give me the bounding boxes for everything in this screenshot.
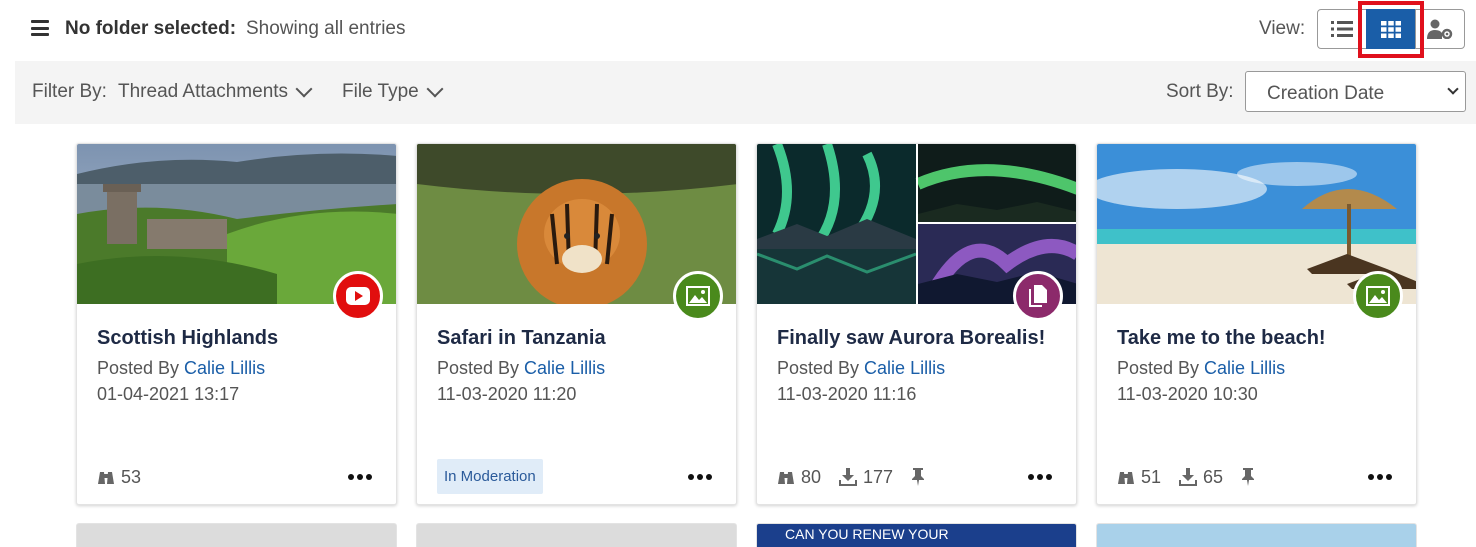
card-posted-by: Posted By Calie Lillis <box>1117 358 1285 379</box>
entry-card[interactable]: Take me to the beach! Posted By Calie Li… <box>1096 143 1417 505</box>
grid-view-highlight <box>1358 1 1424 58</box>
author-link[interactable]: Calie Lillis <box>184 358 265 378</box>
pin-stat[interactable] <box>911 468 931 486</box>
card-date: 01-04-2021 13:17 <box>97 384 240 404</box>
views-stat: 53 <box>97 467 141 488</box>
top-bar: No folder selected: Showing all entries … <box>0 0 1476 60</box>
folder-label: No folder selected: <box>65 18 237 39</box>
card-title[interactable]: Scottish Highlands <box>97 327 278 350</box>
views-count: 80 <box>801 466 822 487</box>
filter-thread-attachments-label: Thread Attachments <box>118 81 289 102</box>
chevron-down-icon <box>295 80 313 98</box>
pin-icon <box>912 468 925 486</box>
downloads-count: 65 <box>1203 466 1224 487</box>
binoculars-icon <box>778 472 794 484</box>
entry-card-partial[interactable] <box>76 523 397 547</box>
sort-select[interactable]: Creation Date <box>1245 71 1466 112</box>
more-options-button[interactable] <box>348 474 372 480</box>
filter-thread-attachments[interactable]: Thread Attachments <box>118 80 313 103</box>
binoculars-icon <box>1118 472 1134 484</box>
sort-value: Creation Date <box>1267 83 1385 104</box>
user-settings-icon <box>1427 19 1453 39</box>
chevron-down-icon <box>426 80 444 98</box>
filter-label: Filter By: <box>32 81 107 102</box>
more-options-button[interactable] <box>1368 474 1392 480</box>
downloads-stat: 65 <box>1179 467 1223 488</box>
card-posted-by: Posted By Calie Lillis <box>437 358 605 379</box>
youtube-icon <box>333 271 383 321</box>
card-posted-by: Posted By Calie Lillis <box>777 358 945 379</box>
views-count: 51 <box>1141 466 1162 487</box>
download-icon <box>839 468 858 486</box>
binoculars-icon <box>98 472 114 484</box>
card-date: 11-03-2020 11:20 <box>437 384 577 404</box>
pin-stat[interactable] <box>1241 468 1261 486</box>
entry-card-partial[interactable] <box>416 523 737 547</box>
views-stat: 80 <box>777 467 821 488</box>
author-link[interactable]: Calie Lillis <box>1204 358 1285 378</box>
author-link[interactable]: Calie Lillis <box>524 358 605 378</box>
card-stats: 53 <box>97 466 159 488</box>
more-options-button[interactable] <box>1028 474 1052 480</box>
pin-icon <box>1242 468 1255 486</box>
documents-icon <box>1013 271 1063 321</box>
list-icon <box>1331 21 1353 37</box>
card-stats: 51 65 <box>1117 466 1279 488</box>
hamburger-menu-icon[interactable] <box>31 20 49 36</box>
views-stat: 51 <box>1117 467 1161 488</box>
image-icon <box>1353 271 1403 321</box>
card-title[interactable]: Finally saw Aurora Borealis! <box>777 327 1045 350</box>
more-options-button[interactable] <box>688 474 712 480</box>
downloads-stat: 177 <box>839 467 893 488</box>
image-icon <box>673 271 723 321</box>
card-thumbnail-text: CAN YOU RENEW YOUR <box>785 526 949 542</box>
card-posted-by: Posted By Calie Lillis <box>97 358 265 379</box>
download-icon <box>1179 468 1198 486</box>
chevron-down-icon <box>1447 83 1459 95</box>
view-label: View: <box>1259 18 1306 39</box>
filter-bar: Filter By: Thread Attachments File Type … <box>15 61 1476 124</box>
posted-by-label: Posted By <box>1117 358 1205 378</box>
author-link[interactable]: Calie Lillis <box>864 358 945 378</box>
sort-label: Sort By: <box>1166 81 1234 102</box>
card-date: 11-03-2020 10:30 <box>1117 384 1258 404</box>
posted-by-label: Posted By <box>777 358 865 378</box>
card-stats: 80 177 <box>777 466 949 488</box>
posted-by-label: Posted By <box>437 358 525 378</box>
entry-card[interactable]: Finally saw Aurora Borealis! Posted By C… <box>756 143 1077 505</box>
posted-by-label: Posted By <box>97 358 185 378</box>
moderation-badge: In Moderation <box>437 459 543 494</box>
card-date: 11-03-2020 11:16 <box>777 384 917 404</box>
entry-card-partial[interactable] <box>1096 523 1417 547</box>
card-title[interactable]: Take me to the beach! <box>1117 327 1326 350</box>
views-count: 53 <box>121 466 142 487</box>
filter-file-type[interactable]: File Type <box>342 80 444 103</box>
card-title[interactable]: Safari in Tanzania <box>437 327 606 350</box>
entry-card[interactable]: Scottish Highlands Posted By Calie Lilli… <box>76 143 397 505</box>
entry-card-partial[interactable]: CAN YOU RENEW YOUR <box>756 523 1077 547</box>
folder-subtitle: Showing all entries <box>246 18 406 39</box>
entry-card[interactable]: Safari in Tanzania Posted By Calie Lilli… <box>416 143 737 505</box>
filter-file-type-label: File Type <box>342 81 419 102</box>
downloads-count: 177 <box>863 466 894 487</box>
